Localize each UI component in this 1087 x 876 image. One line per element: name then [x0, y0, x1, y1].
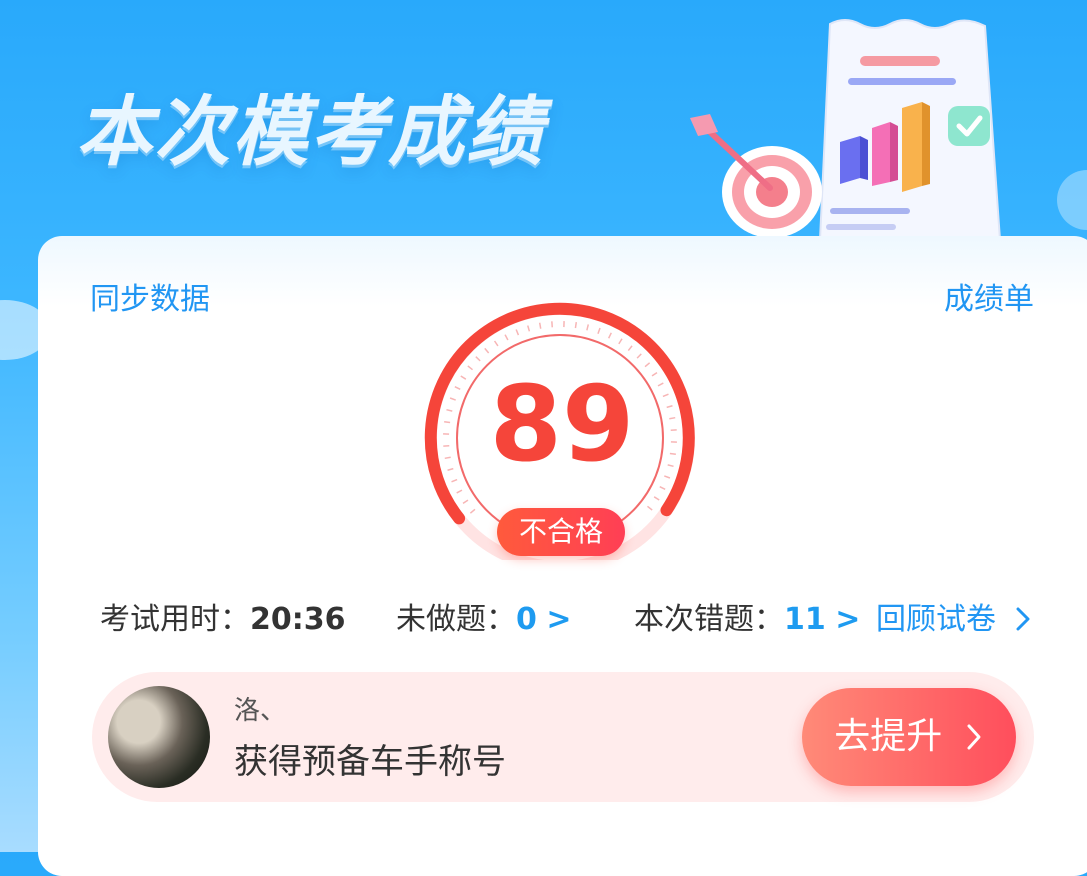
page-title: 本次模考成绩 [76, 70, 544, 180]
result-badge: 不合格 [497, 508, 625, 556]
gauge-tick [485, 348, 489, 353]
gauge-tick [654, 497, 659, 500]
gauge-tick [468, 366, 473, 370]
improve-button[interactable]: 去提升 [802, 688, 1016, 786]
wrong-value: 11 [784, 602, 826, 637]
score-report-link[interactable]: 成绩单 [944, 274, 1034, 318]
gauge-tick [495, 341, 498, 346]
gauge-tick [470, 509, 475, 513]
avatar [108, 686, 210, 788]
gauge-tick [516, 330, 518, 336]
result-card: 同步数据 成绩单 89 不合格 考试用时：20:36 未做题：0 > 本次错题：… [38, 236, 1087, 876]
gauge-tick [540, 323, 541, 329]
sync-data-link[interactable]: 同步数据 [90, 274, 210, 318]
target-icon [690, 114, 822, 238]
gauge-tick [645, 363, 650, 367]
exam-time-stat: 考试用时：20:36 [100, 594, 346, 638]
wrong-questions-stat[interactable]: 本次错题：11 > [634, 594, 860, 638]
achievement-banner: 洛、 获得预备车手称号 去提升 [92, 672, 1034, 802]
report-illustration [680, 10, 1010, 250]
decorative-bubble [1057, 170, 1087, 230]
undone-value: 0 [516, 602, 537, 637]
wrong-label: 本次错题： [634, 602, 784, 637]
gauge-tick [587, 324, 588, 330]
chevron-right-icon [1014, 606, 1032, 632]
exam-time-value: 20:36 [250, 602, 346, 637]
user-name: 洛、 [234, 690, 286, 727]
gauge-tick [628, 346, 632, 351]
gauge-tick [476, 357, 480, 361]
exam-stats: 考试用时：20:36 未做题：0 > 本次错题：11 > 回顾试卷 [100, 594, 1040, 638]
chevron-right-icon [964, 722, 984, 752]
gauge-tick [647, 506, 652, 510]
review-label: 回顾试卷 [876, 602, 996, 637]
gauge-tick [528, 326, 530, 332]
gauge-tick [609, 333, 612, 338]
achievement-title: 获得预备车手称号 [234, 734, 506, 783]
undone-questions-stat[interactable]: 未做题：0 > [396, 594, 572, 638]
gauge-tick [575, 322, 576, 328]
gauge-tick [452, 480, 458, 482]
gauge-tick [664, 476, 670, 478]
gauge-tick [505, 335, 508, 340]
gauge-tick [637, 354, 641, 358]
wrong-chevron-icon: > [835, 602, 860, 637]
improve-button-label: 去提升 [834, 716, 942, 757]
gauge-tick [457, 490, 462, 493]
gauge-tick [598, 328, 600, 334]
check-badge-icon [948, 106, 990, 146]
undone-label: 未做题： [396, 602, 516, 637]
gauge-tick [660, 487, 665, 490]
review-paper-link[interactable]: 回顾试卷 [876, 594, 1032, 638]
exam-time-label: 考试用时： [100, 602, 250, 637]
score-value: 89 [424, 372, 700, 476]
gauge-tick [463, 500, 468, 503]
undone-chevron-icon: > [546, 602, 571, 637]
gauge-tick [619, 339, 622, 344]
